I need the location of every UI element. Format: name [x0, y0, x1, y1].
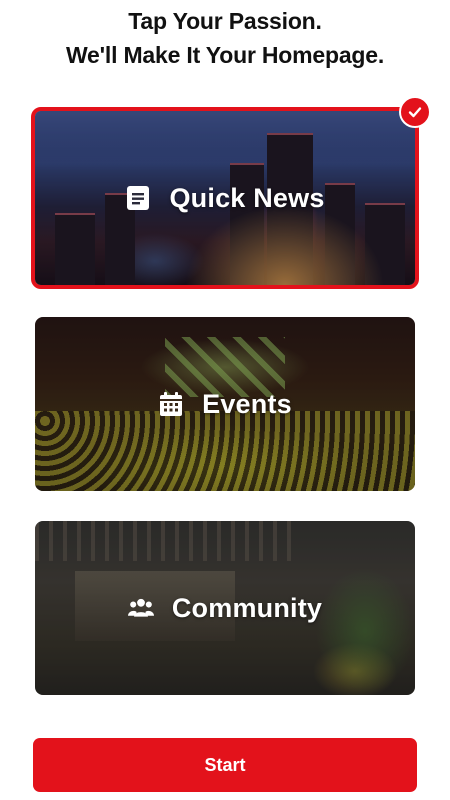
start-button[interactable]: Start: [33, 738, 417, 792]
page-title: Tap Your Passion. We'll Make It Your Hom…: [0, 4, 450, 72]
title-line-2: We'll Make It Your Homepage.: [65, 42, 385, 68]
calendar-icon: [158, 391, 184, 417]
category-label: Quick News: [169, 182, 325, 213]
news-icon: [125, 185, 151, 211]
onboarding-screen: Tap Your Passion. We'll Make It Your Hom…: [0, 0, 450, 800]
category-label: Community: [171, 592, 323, 623]
category-label: Events: [202, 388, 292, 419]
title-line-1: Tap Your Passion.: [128, 8, 322, 34]
category-card-community[interactable]: Community: [35, 521, 415, 695]
category-card-events[interactable]: Events: [35, 317, 415, 491]
people-icon: [127, 595, 154, 621]
category-card-quick-news[interactable]: Quick News: [31, 107, 419, 289]
selected-check-icon: [399, 96, 431, 128]
